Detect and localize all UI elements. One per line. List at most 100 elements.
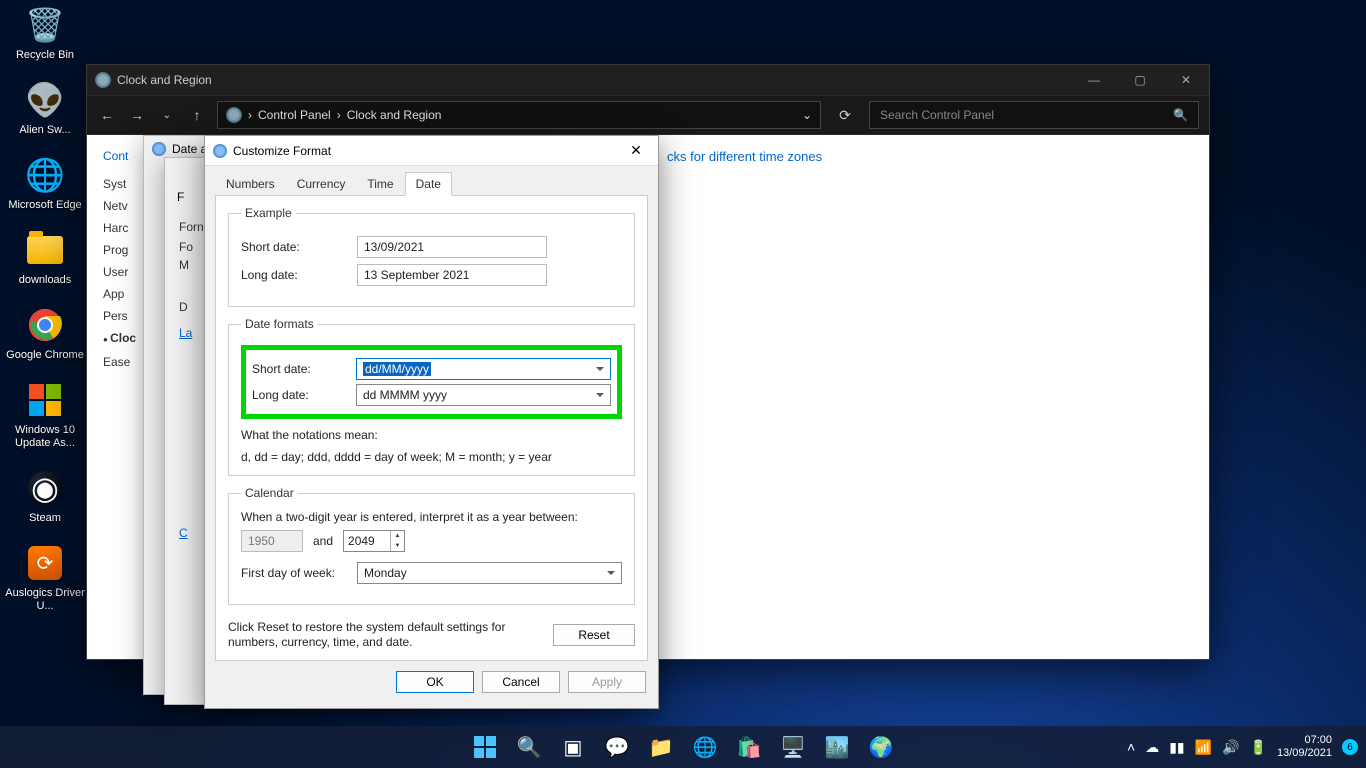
example-long-label: Long date: — [241, 268, 357, 282]
customize-format-dialog: Customize Format ✕ Numbers Currency Time… — [204, 135, 659, 709]
tab-currency[interactable]: Currency — [286, 172, 357, 196]
task-view-button[interactable]: ▣ — [554, 728, 592, 766]
cp-titlebar[interactable]: Clock and Region ― ▢ ✕ — [87, 65, 1209, 95]
short-date-label: Short date: — [252, 362, 356, 376]
auslogics-icon[interactable]: ⟳Auslogics Driver U... — [3, 543, 87, 613]
bg-acct-link[interactable]: C — [179, 526, 188, 540]
forward-button[interactable]: → — [127, 107, 147, 123]
spin-down-icon[interactable]: ▼ — [391, 541, 404, 551]
clock-time: 07:00 — [1277, 734, 1332, 747]
example-group: Example Short date: 13/09/2021 Long date… — [228, 206, 635, 307]
start-button[interactable] — [466, 728, 504, 766]
first-day-label: First day of week: — [241, 566, 357, 580]
cp-address-bar: ← → ⌄ ↑ › Control Panel › Clock and Regi… — [87, 95, 1209, 135]
refresh-button[interactable]: ⟳ — [831, 107, 859, 124]
reset-button[interactable]: Reset — [553, 624, 635, 646]
chat-icon[interactable]: 💬 — [598, 728, 636, 766]
dialog-titlebar[interactable]: Customize Format ✕ — [205, 136, 658, 166]
long-date-combo[interactable]: dd MMMM yyyy — [356, 384, 611, 406]
alien-swarm-icon[interactable]: 👽Alien Sw... — [3, 80, 87, 137]
timezone-link[interactable]: cks for different time zones — [667, 149, 1189, 164]
calendar-group: Calendar When a two-digit year is entere… — [228, 486, 635, 605]
chrome-icon[interactable]: Google Chrome — [3, 305, 87, 362]
power-icon[interactable]: 🔋 — [1250, 739, 1267, 756]
spin-up-icon[interactable]: ▲ — [391, 531, 404, 541]
search-icon: 🔍 — [1173, 108, 1188, 122]
maximize-button[interactable]: ▢ — [1117, 65, 1163, 95]
taskbar: 🔍 ▣ 💬 📁 🌐 🛍️ 🖥️ 🏙️ 🌍 ˄ ☁ ▮▮ 📶 🔊 🔋 07:00 … — [0, 726, 1366, 768]
explorer-icon[interactable]: 📁 — [642, 728, 680, 766]
bg-group: Forn — [179, 220, 204, 234]
clock-region-icon[interactable]: 🌍 — [862, 728, 900, 766]
steam-icon[interactable]: ◉Steam — [3, 468, 87, 525]
back-button[interactable]: ← — [97, 107, 117, 123]
two-digit-text: When a two-digit year is entered, interp… — [241, 510, 622, 524]
app-icon[interactable]: 🖥️ — [774, 728, 812, 766]
notation-label: What the notations mean: — [241, 427, 622, 443]
short-date-combo[interactable]: dd/MM/yyyy — [356, 358, 611, 380]
system-tray: ˄ ☁ ▮▮ 📶 🔊 🔋 07:00 13/09/2021 6 — [1127, 734, 1358, 760]
example-legend: Example — [241, 206, 296, 220]
breadcrumb-current[interactable]: Clock and Region — [347, 108, 442, 122]
tray-chevron-icon[interactable]: ˄ — [1127, 739, 1135, 755]
calendar-legend: Calendar — [241, 486, 298, 500]
example-short-value: 13/09/2021 — [357, 236, 547, 258]
onedrive-icon[interactable]: ☁ — [1145, 739, 1159, 756]
dialog-tabs: Numbers Currency Time Date — [215, 172, 648, 196]
breadcrumb[interactable]: › Control Panel › Clock and Region ⌄ — [217, 101, 821, 129]
reset-text: Click Reset to restore the system defaul… — [228, 620, 533, 650]
battery-icon[interactable]: ▮▮ — [1169, 739, 1184, 756]
and-label: and — [313, 534, 333, 548]
close-button[interactable]: ✕ — [1163, 65, 1209, 95]
recycle-bin-icon[interactable]: 🗑️Recycle Bin — [3, 5, 87, 62]
minimize-button[interactable]: ― — [1071, 65, 1117, 95]
example-long-value: 13 September 2021 — [357, 264, 547, 286]
short-date-value: dd/MM/yyyy — [363, 362, 431, 376]
example-short-label: Short date: — [241, 240, 357, 254]
recent-dropdown[interactable]: ⌄ — [157, 110, 177, 121]
bg-tab: F — [177, 190, 184, 204]
cp-search[interactable]: Search Control Panel 🔍 — [869, 101, 1199, 129]
year-to-value: 2049 — [348, 534, 375, 548]
edge-icon[interactable]: 🌐Microsoft Edge — [3, 155, 87, 212]
up-button[interactable]: ↑ — [187, 107, 207, 123]
breadcrumb-icon — [226, 107, 242, 123]
win10-update-icon[interactable]: Windows 10 Update As... — [3, 380, 87, 450]
volume-icon[interactable]: 🔊 — [1222, 739, 1239, 756]
notation-text: d, dd = day; ddd, dddd = day of week; M … — [241, 449, 622, 465]
apply-button[interactable]: Apply — [568, 671, 646, 693]
clock-date: 13/09/2021 — [1277, 747, 1332, 760]
downloads-folder-icon[interactable]: downloads — [3, 230, 87, 287]
date-formats-group: Date formats Short date: dd/MM/yyyy Long… — [228, 317, 635, 476]
edge-taskbar-icon[interactable]: 🌐 — [686, 728, 724, 766]
tab-numbers[interactable]: Numbers — [215, 172, 286, 196]
search-placeholder: Search Control Panel — [880, 108, 994, 122]
first-day-combo[interactable]: Monday — [357, 562, 622, 584]
taskbar-clock[interactable]: 07:00 13/09/2021 — [1277, 734, 1332, 760]
tab-date[interactable]: Date — [405, 172, 452, 196]
ok-button[interactable]: OK — [396, 671, 474, 693]
breadcrumb-root[interactable]: Control Panel — [258, 108, 331, 122]
dialog-title: Customize Format — [233, 144, 331, 158]
bg-row: D — [179, 300, 188, 314]
notification-badge[interactable]: 6 — [1342, 739, 1358, 755]
dialog-close-button[interactable]: ✕ — [614, 136, 658, 166]
search-button[interactable]: 🔍 — [510, 728, 548, 766]
first-day-value: Monday — [364, 566, 407, 580]
tab-time[interactable]: Time — [356, 172, 404, 196]
year-to-spinner[interactable]: 2049 ▲▼ — [343, 530, 405, 552]
long-date-label: Long date: — [252, 388, 356, 402]
date-panel: Example Short date: 13/09/2021 Long date… — [215, 195, 648, 661]
wifi-icon[interactable]: 📶 — [1195, 739, 1212, 756]
highlight-box: Short date: dd/MM/yyyy Long date: dd MMM… — [241, 345, 622, 419]
store-icon[interactable]: 🛍️ — [730, 728, 768, 766]
long-date-value: dd MMMM yyyy — [363, 388, 447, 402]
desktop: 🗑️Recycle Bin 👽Alien Sw... 🌐Microsoft Ed… — [0, 0, 90, 636]
bg-lang-link[interactable]: La — [179, 326, 192, 340]
bg-row: M — [179, 258, 189, 272]
cancel-button[interactable]: Cancel — [482, 671, 560, 693]
dialog-footer: OK Cancel Apply — [205, 671, 658, 703]
bg-row: Fo — [179, 240, 193, 254]
app-icon-2[interactable]: 🏙️ — [818, 728, 856, 766]
cp-title: Clock and Region — [117, 73, 212, 87]
